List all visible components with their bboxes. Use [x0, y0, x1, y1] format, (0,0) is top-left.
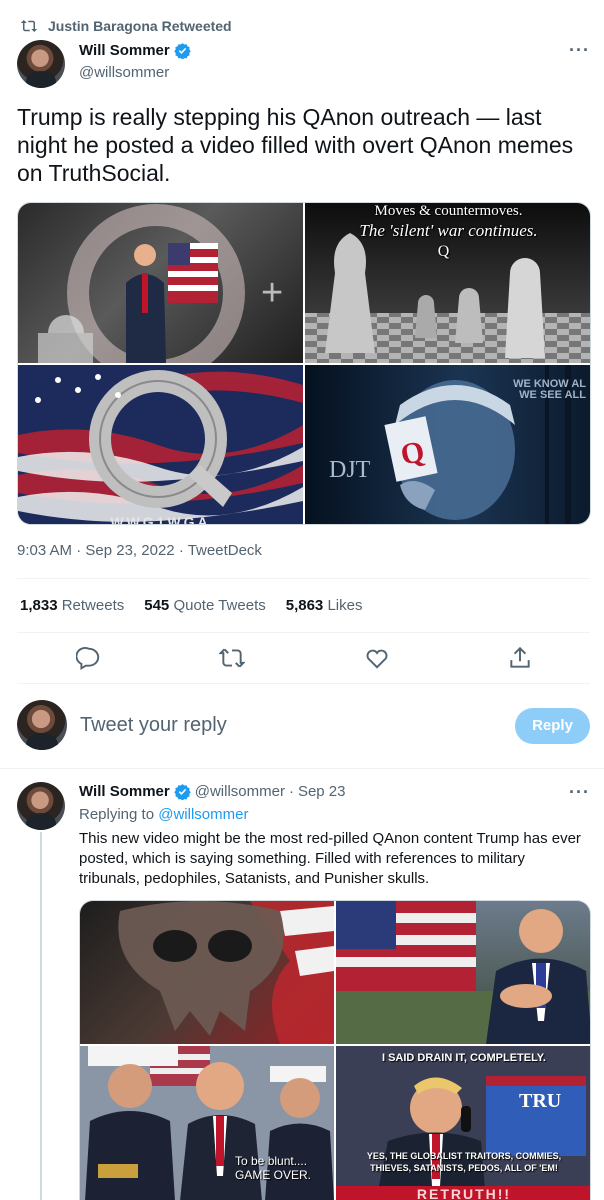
media-image-trump-flag-art: + — [38, 204, 283, 363]
tweet-date[interactable]: Sep 23, 2022 — [85, 542, 174, 559]
chess-caption-2: The 'silent' war continues. — [359, 221, 538, 240]
divider — [17, 578, 590, 579]
replying-handle-link[interactable]: @willsommer — [158, 806, 248, 823]
retweet-banner[interactable]: Justin Baragona Retweeted — [20, 18, 232, 34]
replying-to: Replying to @willsommer — [79, 806, 248, 823]
divider — [0, 768, 604, 769]
flag-banner-text: WWG1WGA — [110, 514, 211, 525]
media-image-marines[interactable]: To be blunt.... GAME OVER. — [80, 1046, 334, 1200]
chess-caption-3: Q — [437, 243, 450, 260]
replying-prefix: Replying to — [79, 806, 155, 823]
verified-badge-icon — [174, 43, 191, 59]
reply-media-grid[interactable]: To be blunt.... GAME OVER. I SAID DRAIN … — [79, 900, 591, 1200]
retweet-icon — [20, 20, 38, 32]
reply-button[interactable]: Reply — [515, 708, 590, 744]
avatar[interactable] — [17, 40, 65, 88]
tweet-source[interactable]: TweetDeck — [188, 542, 262, 559]
author-handle[interactable]: @willsommer — [79, 64, 169, 81]
svg-text:+: + — [261, 272, 283, 314]
tweet-meta: 9:03 AM · Sep 23, 2022 · TweetDeck — [17, 542, 262, 559]
chess-caption-1: Moves & countermoves. — [374, 203, 523, 219]
card-left-text: DJT — [329, 457, 371, 483]
divider — [17, 632, 590, 633]
thread-line — [40, 832, 42, 1200]
reply-author-row: Will Sommer @willsommer · Sep 23 — [79, 783, 346, 800]
verified-badge-icon — [174, 784, 191, 800]
media-image-q-card[interactable]: Q WE KNOW AL WE SEE ALL DJT — [305, 365, 590, 524]
media-image-trump-flag[interactable]: + — [18, 203, 303, 363]
reply-date[interactable]: Sep 23 — [298, 783, 346, 800]
reply-icon[interactable] — [76, 645, 102, 671]
drain-bottom-2: THIEVES, SATANISTS, PEDOS, ALL OF 'EM! — [370, 1163, 558, 1173]
card-caption-2: WE SEE ALL — [519, 389, 586, 401]
quotes-stat[interactable]: 545 Quote Tweets — [144, 597, 265, 614]
marines-caption-2: GAME OVER. — [235, 1168, 312, 1182]
media-image-chess[interactable]: Moves & countermoves. The 'silent' war c… — [305, 203, 590, 363]
author-row: Will Sommer — [79, 42, 191, 59]
tweet-time[interactable]: 9:03 AM — [17, 542, 72, 559]
author-name[interactable]: Will Sommer — [79, 42, 170, 59]
media-image-drain[interactable]: I SAID DRAIN IT, COMPLETELY. TRU YES, TH… — [336, 1046, 590, 1200]
media-image-trump-anthem[interactable] — [336, 901, 590, 1044]
drain-top-text: I SAID DRAIN IT, COMPLETELY. — [381, 1052, 546, 1064]
marines-caption-1: To be blunt.... — [235, 1154, 308, 1168]
reply-text: This new video might be the most red-pil… — [79, 830, 581, 887]
media-image-q-flag-art — [18, 365, 303, 524]
share-icon[interactable] — [507, 645, 533, 671]
media-image-trump-anthem-art — [336, 901, 590, 1044]
retweets-stat[interactable]: 1,833 Retweets — [20, 597, 124, 614]
media-image-q-flag[interactable]: WWG1WGA — [18, 365, 303, 525]
like-icon[interactable] — [364, 645, 390, 671]
more-icon[interactable]: ··· — [569, 782, 590, 803]
media-image-drain-art — [336, 1046, 590, 1200]
drain-bottom-1: YES, THE GLOBALIST TRAITORS, COMMIES, — [366, 1151, 562, 1161]
tweet-stats: 1,833 Retweets 545 Quote Tweets 5,863 Li… — [20, 597, 362, 614]
avatar[interactable] — [17, 700, 67, 750]
media-image-skull-art — [118, 901, 334, 1044]
tweet-actions — [0, 645, 604, 673]
separator: · — [288, 783, 294, 800]
reply-input[interactable]: Tweet your reply — [80, 714, 227, 737]
separator: · — [178, 542, 184, 559]
avatar[interactable] — [17, 782, 65, 830]
author-name[interactable]: Will Sommer — [79, 783, 170, 800]
likes-stat[interactable]: 5,863 Likes — [286, 597, 363, 614]
more-icon[interactable]: ··· — [569, 40, 590, 61]
tweet-text: Trump is really stepping his QAnon outre… — [17, 104, 574, 186]
author-handle[interactable]: @willsommer — [195, 783, 285, 800]
drain-cut-text: RETRUTH!! — [416, 1186, 512, 1200]
divider — [17, 683, 590, 684]
retweet-icon[interactable] — [219, 645, 245, 671]
tweet-media-grid[interactable]: + Moves & countermoves. The 'silent' war… — [17, 202, 591, 525]
retweet-banner-text: Justin Baragona Retweeted — [48, 18, 232, 34]
separator: · — [76, 542, 82, 559]
media-image-skull[interactable] — [80, 901, 334, 1044]
drain-sign-text: TRU — [519, 1090, 562, 1112]
